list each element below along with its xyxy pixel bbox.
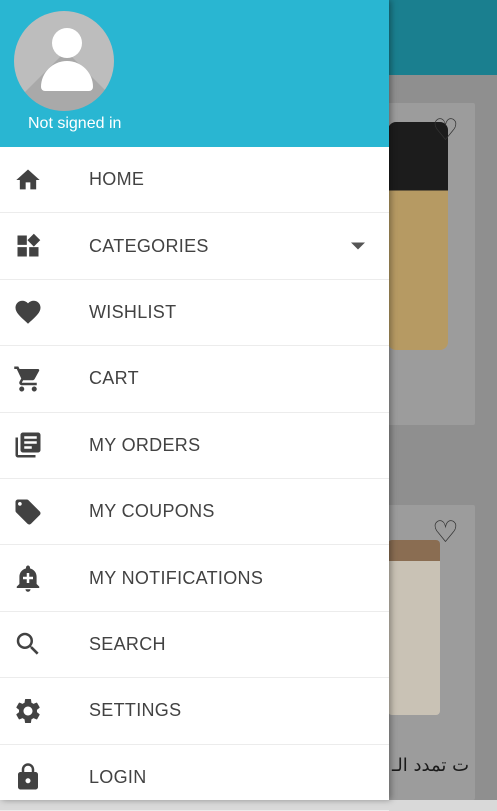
menu-item-my-notifications[interactable]: MY NOTIFICATIONS <box>0 545 389 612</box>
orders-icon <box>13 430 43 460</box>
menu-item-settings[interactable]: SETTINGS <box>0 678 389 745</box>
menu-item-label: CATEGORIES <box>89 235 209 256</box>
chevron-down-icon[interactable] <box>351 242 365 250</box>
bell-plus-icon <box>13 563 43 593</box>
menu-item-label: LOGIN <box>89 766 147 787</box>
home-icon <box>13 165 43 195</box>
menu-item-my-orders[interactable]: MY ORDERS <box>0 413 389 479</box>
navigation-drawer: Not signed in HOME CATEGORIES WISHLIST C… <box>0 0 389 811</box>
menu-item-label: WISHLIST <box>89 301 177 322</box>
drawer-menu: HOME CATEGORIES WISHLIST CART MY ORDERS … <box>0 147 389 811</box>
product-image <box>388 122 448 350</box>
avatar-body <box>41 61 93 91</box>
tag-icon <box>13 497 43 527</box>
drawer-header: Not signed in <box>0 0 389 147</box>
menu-item-my-coupons[interactable]: MY COUPONS <box>0 479 389 546</box>
menu-item-label: CART <box>89 368 139 389</box>
cart-icon <box>13 364 43 394</box>
signin-status: Not signed in <box>28 115 122 132</box>
menu-item-cart[interactable]: CART <box>0 346 389 413</box>
menu-item-categories[interactable]: CATEGORIES <box>0 213 389 280</box>
menu-item-label: MY COUPONS <box>89 501 215 522</box>
lock-icon <box>13 762 43 792</box>
heart-icon <box>13 297 43 327</box>
product-image <box>388 540 440 715</box>
menu-item-label: HOME <box>89 169 145 190</box>
wishlist-heart-icon[interactable]: ♡ <box>432 113 459 148</box>
menu-item-home[interactable]: HOME <box>0 147 389 214</box>
gear-icon <box>13 696 43 726</box>
categories-icon <box>13 231 43 261</box>
menu-item-label: SETTINGS <box>89 700 182 721</box>
menu-item-label: MY NOTIFICATIONS <box>89 567 264 588</box>
wishlist-heart-icon[interactable]: ♡ <box>432 515 459 550</box>
avatar-head <box>52 28 82 58</box>
avatar[interactable] <box>14 11 114 111</box>
search-icon <box>13 629 43 659</box>
menu-item-label: SEARCH <box>89 633 166 654</box>
menu-item-login[interactable]: LOGIN <box>0 745 389 811</box>
product-title[interactable]: ت تمدد الـ <box>392 755 469 776</box>
menu-item-wishlist[interactable]: WISHLIST <box>0 280 389 347</box>
menu-item-label: MY ORDERS <box>89 434 201 455</box>
menu-item-search[interactable]: SEARCH <box>0 612 389 679</box>
